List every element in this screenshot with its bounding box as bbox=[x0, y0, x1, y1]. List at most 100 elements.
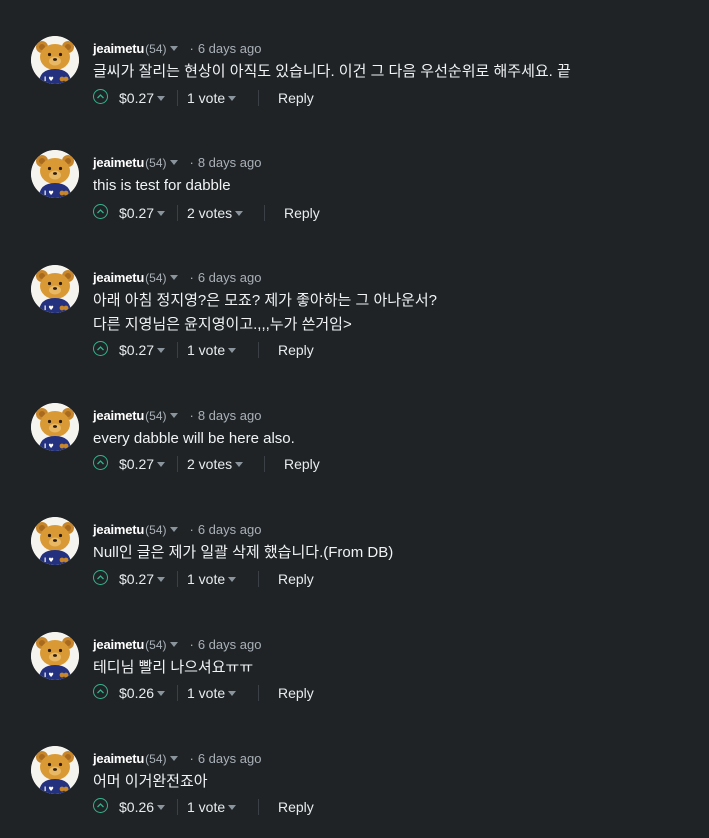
vote-count[interactable]: 2 votes bbox=[187, 453, 244, 475]
payout-caret-icon bbox=[157, 461, 166, 467]
comment-timestamp[interactable]: 6 days ago bbox=[198, 41, 262, 56]
upvote-icon[interactable] bbox=[93, 455, 108, 470]
reply-button[interactable]: Reply bbox=[284, 453, 320, 475]
comment-item: I ♥ jeaimetu(54) · 6 days ago 테디님 빨리 나으셔요ㅠ… bbox=[0, 632, 709, 744]
payout-amount[interactable]: $0.27 bbox=[119, 339, 166, 361]
footer-divider bbox=[258, 342, 259, 358]
author-reputation: (54) bbox=[145, 156, 167, 170]
votes-caret-icon bbox=[228, 95, 237, 101]
upvote-icon[interactable] bbox=[93, 89, 108, 104]
avatar[interactable]: I ♥ bbox=[31, 36, 79, 84]
comment-timestamp[interactable]: 6 days ago bbox=[198, 270, 262, 285]
author-menu-caret-icon[interactable] bbox=[169, 413, 178, 419]
footer-divider bbox=[177, 571, 178, 587]
vote-count[interactable]: 2 votes bbox=[187, 202, 244, 224]
avatar[interactable]: I ♥ bbox=[31, 517, 79, 565]
payout-amount[interactable]: $0.27 bbox=[119, 453, 166, 475]
avatar-badge-text: I ♥ bbox=[44, 190, 54, 197]
teddy-bear-icon: I ♥ bbox=[31, 403, 79, 451]
author-name[interactable]: jeaimetu bbox=[93, 637, 144, 652]
dot-separator: · bbox=[189, 41, 194, 56]
comment-timestamp[interactable]: 6 days ago bbox=[198, 751, 262, 766]
author-menu-caret-icon[interactable] bbox=[169, 527, 178, 533]
comment-body: 테디님 빨리 나으셔요ㅠㅠ bbox=[93, 659, 254, 676]
dot-separator: · bbox=[189, 155, 194, 170]
upvote-icon[interactable] bbox=[93, 341, 108, 356]
comment-item: I ♥ jeaimetu(54) · 6 days ago 어머 이거완전죠아 $0… bbox=[0, 746, 709, 838]
author-reputation: (54) bbox=[145, 523, 167, 537]
upvote-icon[interactable] bbox=[93, 798, 108, 813]
avatar[interactable]: I ♥ bbox=[31, 403, 79, 451]
payout-amount[interactable]: $0.27 bbox=[119, 568, 166, 590]
footer-divider bbox=[177, 205, 178, 221]
comment-meta: jeaimetu(54) · 8 days ago bbox=[93, 154, 261, 172]
comment-timestamp[interactable]: 6 days ago bbox=[198, 637, 262, 652]
votes-caret-icon bbox=[235, 210, 244, 216]
comment-timestamp[interactable]: 8 days ago bbox=[198, 155, 262, 170]
avatar-badge-text: I ♥ bbox=[44, 557, 54, 564]
author-menu-caret-icon[interactable] bbox=[169, 642, 178, 648]
footer-divider bbox=[264, 205, 265, 221]
reply-button[interactable]: Reply bbox=[278, 796, 314, 818]
comment-body: 어머 이거완전죠아 bbox=[93, 773, 208, 790]
author-name[interactable]: jeaimetu bbox=[93, 408, 144, 423]
avatar[interactable]: I ♥ bbox=[31, 265, 79, 313]
footer-divider bbox=[177, 456, 178, 472]
author-menu-caret-icon[interactable] bbox=[169, 46, 178, 52]
dot-separator: · bbox=[189, 522, 194, 537]
avatar-badge-text: I ♥ bbox=[44, 76, 54, 83]
comment-meta: jeaimetu(54) · 6 days ago bbox=[93, 636, 261, 654]
payout-value: $0.27 bbox=[119, 342, 155, 358]
teddy-bear-icon: I ♥ bbox=[31, 36, 79, 84]
votes-caret-icon bbox=[228, 347, 237, 353]
footer-divider bbox=[177, 90, 178, 106]
author-menu-caret-icon[interactable] bbox=[169, 160, 178, 166]
dot-separator: · bbox=[189, 751, 194, 766]
avatar[interactable]: I ♥ bbox=[31, 746, 79, 794]
avatar[interactable]: I ♥ bbox=[31, 150, 79, 198]
votes-caret-icon bbox=[228, 804, 237, 810]
comment-timestamp[interactable]: 6 days ago bbox=[198, 522, 262, 537]
payout-amount[interactable]: $0.27 bbox=[119, 202, 166, 224]
upvote-icon[interactable] bbox=[93, 570, 108, 585]
footer-divider bbox=[177, 685, 178, 701]
reply-button[interactable]: Reply bbox=[278, 568, 314, 590]
payout-caret-icon bbox=[157, 210, 166, 216]
payout-amount[interactable]: $0.26 bbox=[119, 682, 166, 704]
teddy-bear-icon: I ♥ bbox=[31, 632, 79, 680]
reply-button[interactable]: Reply bbox=[278, 339, 314, 361]
votes-caret-icon bbox=[228, 690, 237, 696]
author-name[interactable]: jeaimetu bbox=[93, 751, 144, 766]
footer-divider bbox=[258, 685, 259, 701]
vote-count[interactable]: 1 vote bbox=[187, 339, 237, 361]
author-name[interactable]: jeaimetu bbox=[93, 270, 144, 285]
comment-timestamp[interactable]: 8 days ago bbox=[198, 408, 262, 423]
comment-body: 글씨가 잘리는 현상이 아직도 있습니다. 이건 그 다음 우선순위로 해주세요… bbox=[93, 63, 571, 80]
vote-count[interactable]: 1 vote bbox=[187, 568, 237, 590]
upvote-icon[interactable] bbox=[93, 204, 108, 219]
vote-count[interactable]: 1 vote bbox=[187, 87, 237, 109]
author-name[interactable]: jeaimetu bbox=[93, 41, 144, 56]
payout-amount[interactable]: $0.27 bbox=[119, 87, 166, 109]
comment-body: 아래 아침 정지영?은 모죠? 제가 좋아하는 그 아나운서? 다른 지영님은 … bbox=[93, 292, 438, 333]
payout-value: $0.27 bbox=[119, 90, 155, 106]
payout-caret-icon bbox=[157, 347, 166, 353]
author-name[interactable]: jeaimetu bbox=[93, 155, 144, 170]
author-menu-caret-icon[interactable] bbox=[169, 275, 178, 281]
reply-button[interactable]: Reply bbox=[278, 682, 314, 704]
teddy-bear-icon: I ♥ bbox=[31, 746, 79, 794]
avatar[interactable]: I ♥ bbox=[31, 632, 79, 680]
author-menu-caret-icon[interactable] bbox=[169, 756, 178, 762]
upvote-icon[interactable] bbox=[93, 684, 108, 699]
vote-count[interactable]: 1 vote bbox=[187, 796, 237, 818]
vote-count[interactable]: 1 vote bbox=[187, 682, 237, 704]
reply-button[interactable]: Reply bbox=[284, 202, 320, 224]
reply-button[interactable]: Reply bbox=[278, 87, 314, 109]
author-name[interactable]: jeaimetu bbox=[93, 522, 144, 537]
payout-amount[interactable]: $0.26 bbox=[119, 796, 166, 818]
payout-caret-icon bbox=[157, 690, 166, 696]
payout-caret-icon bbox=[157, 95, 166, 101]
vote-count-label: 1 vote bbox=[187, 90, 226, 106]
teddy-bear-icon: I ♥ bbox=[31, 150, 79, 198]
avatar-badge-text: I ♥ bbox=[44, 443, 54, 450]
